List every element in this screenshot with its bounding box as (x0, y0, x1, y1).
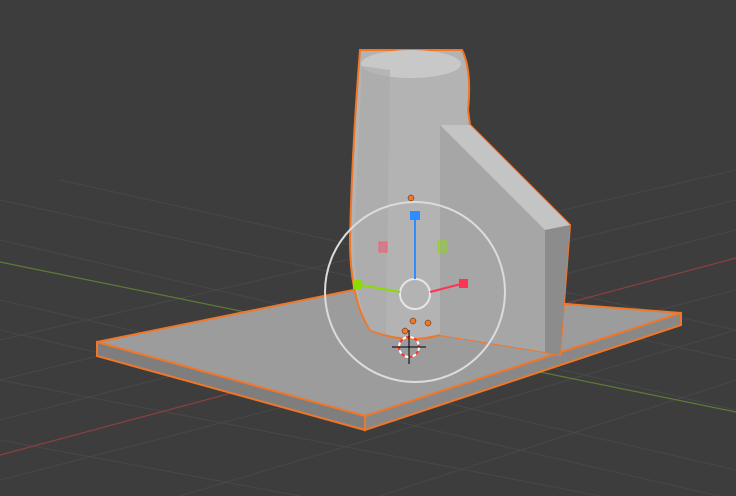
xz-plane-handle[interactable] (437, 240, 447, 253)
yz-plane-handle[interactable] (378, 241, 388, 253)
x-axis-handle[interactable] (459, 279, 468, 288)
viewport-canvas[interactable] (0, 0, 736, 496)
z-axis-handle[interactable] (410, 211, 420, 220)
y-axis-handle[interactable] (353, 280, 362, 289)
cylinder-bracket-object[interactable] (348, 49, 572, 357)
3d-viewport[interactable] (0, 0, 736, 496)
